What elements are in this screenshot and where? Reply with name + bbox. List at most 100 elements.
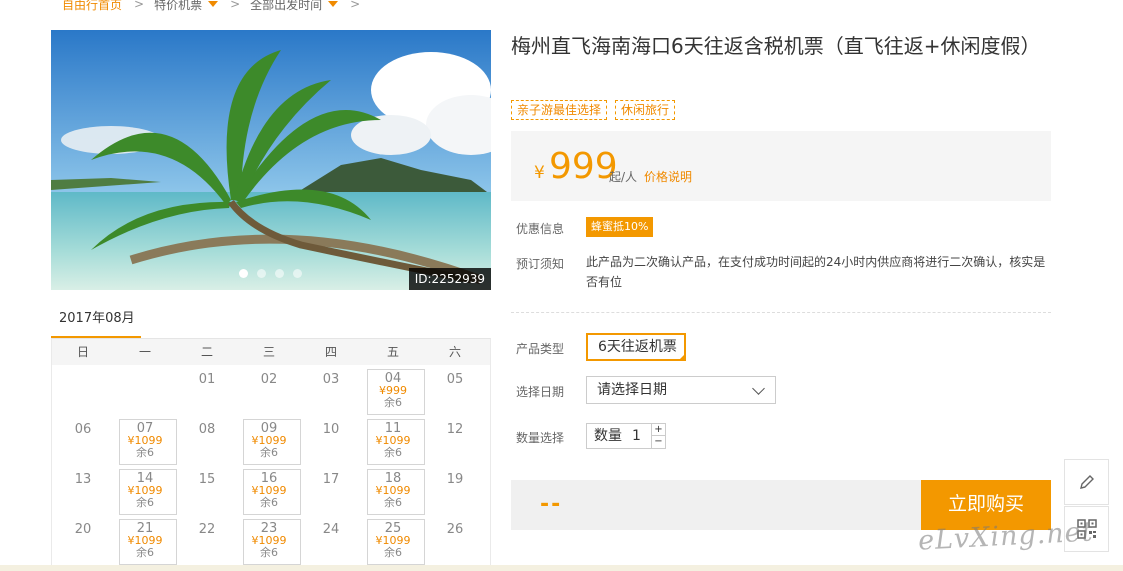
product-type-value: 6天往返机票 [598,339,677,355]
calendar-day: 06 [52,415,114,465]
calendar-day-remaining: 余6 [136,496,154,509]
currency-symbol: ¥ [534,163,545,183]
calendar-day-number: 13 [74,472,92,487]
calendar-day-available[interactable]: 21 ¥1099 余6 [114,515,177,565]
calendar-day-available[interactable]: 23 ¥1099 余6 [238,515,301,565]
quantity-minus-button[interactable]: − [651,436,665,448]
calendar-weekday-header: 日 一 二 三 四 五 六 [52,339,490,365]
breadcrumb-flights-label: 特价机票 [154,0,203,12]
weekday-label: 六 [448,345,461,359]
price-amount: 999 [549,146,618,187]
calendar-day-remaining: 余6 [260,546,278,559]
calendar-day: 26 [424,515,486,565]
hero-carousel[interactable]: ID:2252939 [51,30,491,290]
quantity-field-label: 数量 [594,428,622,444]
date-label: 选择日期 [516,385,565,399]
weekday-label: 三 [262,345,275,359]
feedback-button[interactable] [1064,459,1109,505]
price-panel: ¥ 999 起/人 价格说明 [511,131,1051,201]
calendar-day [52,365,114,415]
calendar-day-number: 09 [260,421,278,436]
promo-badge: 蜂蜜抵10% [586,217,654,237]
calendar-day-number: 01 [198,372,216,387]
calendar-day: 17 [300,465,362,515]
breadcrumb-departure-label: 全部出发时间 [250,0,323,12]
calendar-day-remaining: 余6 [260,446,278,459]
tag-family: 亲子游最佳选择 [511,100,608,120]
caret-down-icon [328,1,339,7]
weekday-label: 一 [138,345,151,359]
calendar-day-remaining: 余6 [384,546,402,559]
calendar-day: 22 [176,515,238,565]
calendar-day-number: 22 [198,522,216,537]
product-tags: 亲子游最佳选择 休闲旅行 [511,100,676,120]
quantity-plus-button[interactable]: + [651,424,665,436]
calendar-day-number: 06 [74,422,92,437]
calendar-day-number: 12 [446,422,464,437]
calendar-day-number: 17 [322,472,340,487]
product-title: 梅州直飞海南海口6天往返含税机票（直飞往返+休闲度假） [511,34,1041,58]
calendar-day-remaining: 余6 [384,396,402,409]
caret-down-icon [208,1,219,7]
calendar-day-available[interactable]: 07 ¥1099 余6 [114,415,177,465]
image-id-badge: ID:2252939 [408,268,491,290]
calendar-day-number [114,365,176,372]
check-icon: ✓ [678,352,684,360]
product-type-label: 产品类型 [516,342,565,356]
calendar-day-number: 04 [384,371,402,386]
calendar-month-tab[interactable]: 2017年08月 [51,307,141,339]
calendar-day: 12 [424,415,486,465]
calendar-day: 08 [176,415,238,465]
booking-notice-text: 此产品为二次确认产品，在支付成功时间起的24小时内供应商将进行二次确认，核实是否… [586,255,1046,289]
calendar-day-available[interactable]: 11 ¥1099 余6 [362,415,425,465]
footer-strip [0,565,1123,571]
carousel-dot[interactable] [257,269,266,278]
calendar-grid: 01 02 03 04 ¥999 余6 05 06 07 ¥1099 余6 08 09 ¥1099 余6 10… [52,365,490,565]
calendar-day-number: 23 [260,521,278,536]
calendar-day-available[interactable]: 04 ¥999 余6 [362,365,425,415]
calendar-day-number: 24 [322,522,340,537]
calendar-day-available[interactable]: 16 ¥1099 余6 [238,465,301,515]
calendar-day-available[interactable]: 09 ¥1099 余6 [238,415,301,465]
quantity-input[interactable]: 1 [632,424,641,448]
product-type-option[interactable]: 6天往返机票 ✓ [586,333,686,361]
calendar-day: 13 [52,465,114,515]
weekday-label: 日 [76,345,89,359]
breadcrumb-separator: > [134,0,145,11]
calendar-day-available[interactable]: 25 ¥1099 余6 [362,515,425,565]
calendar-day-number: 15 [198,472,216,487]
breadcrumb-separator: > [230,0,241,11]
calendar-day-remaining: 余6 [384,446,402,459]
quantity-stepper: 数量 1 + − [586,423,666,449]
calendar-day-number: 08 [198,422,216,437]
calendar-day: 05 [424,365,486,415]
calendar-day: 24 [300,515,362,565]
notice-label: 预订须知 [516,257,565,271]
price-calendar: 日 一 二 三 四 五 六 01 02 03 04 ¥999 余6 05 06 07 ¥1099 余… [51,338,491,565]
carousel-dot[interactable] [293,269,302,278]
breadcrumb-departure-dropdown[interactable]: 全部出发时间 [250,0,339,13]
calendar-day-number: 25 [384,521,402,536]
carousel-dot[interactable] [239,269,248,278]
breadcrumb-home-link[interactable]: 自由行首页 [62,0,122,13]
date-select[interactable]: 请选择日期 [586,376,776,404]
weekday-label: 四 [324,345,337,359]
calendar-day: 03 [300,365,362,415]
calendar-day-number: 11 [384,421,402,436]
calendar-day-number: 14 [136,471,154,486]
calendar-day-number: 19 [446,472,464,487]
calendar-day: 02 [238,365,300,415]
price-unit: 起/人 [609,170,638,184]
price-explain-link[interactable]: 价格说明 [644,168,692,185]
hero-beach-image [51,30,491,290]
calendar-day-remaining: 余6 [136,446,154,459]
weekday-label: 五 [386,345,399,359]
carousel-dot[interactable] [275,269,284,278]
total-price: -- [540,492,563,517]
calendar-day-remaining: 余6 [260,496,278,509]
calendar-day-number: 20 [74,522,92,537]
calendar-day-available[interactable]: 14 ¥1099 余6 [114,465,177,515]
pencil-icon [1079,475,1094,489]
breadcrumb-flights-dropdown[interactable]: 特价机票 [154,0,219,13]
calendar-day-available[interactable]: 18 ¥1099 余6 [362,465,425,515]
